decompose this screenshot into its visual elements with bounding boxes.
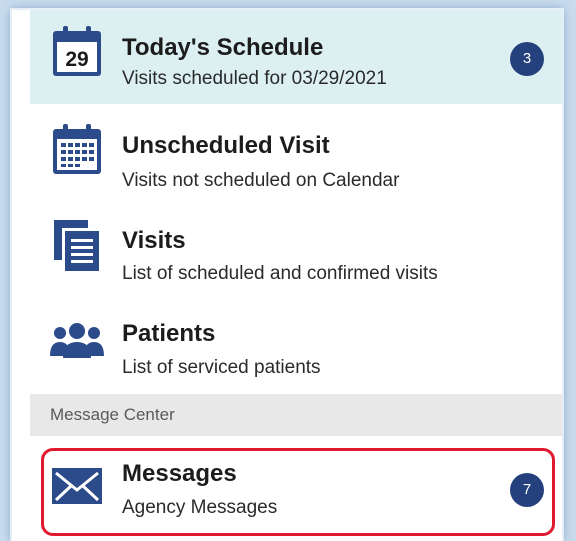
calendar-grid-icon [53, 124, 101, 174]
calendar-date-icon: 29 [53, 26, 101, 76]
menu-item-subtitle: List of scheduled and confirmed visits [122, 263, 438, 284]
section-header-message-center: Message Center [30, 394, 562, 436]
calendar-date-number: 29 [65, 48, 88, 71]
envelope-icon [52, 468, 102, 504]
app-frame: 29 Today's Schedule Visits scheduled for… [12, 10, 562, 541]
menu-item-unscheduled-visit[interactable]: Unscheduled Visit Visits not scheduled o… [30, 110, 562, 204]
menu-item-subtitle: Visits not scheduled on Calendar [122, 170, 400, 191]
section-header-label: Message Center [50, 405, 175, 424]
document-list-icon [54, 220, 99, 271]
menu-item-visits[interactable]: Visits List of scheduled and confirmed v… [30, 204, 562, 298]
menu-item-subtitle: Visits scheduled for 03/29/2021 [122, 68, 387, 89]
menu-item-title: Messages [122, 460, 237, 487]
menu-item-todays-schedule[interactable]: 29 Today's Schedule Visits scheduled for… [30, 10, 562, 104]
menu-item-title: Visits [122, 227, 186, 254]
count-badge: 7 [510, 473, 544, 507]
menu-item-patients[interactable]: Patients List of serviced patients [30, 298, 562, 392]
people-group-icon [50, 323, 104, 358]
menu-item-title: Patients [122, 320, 216, 347]
count-badge: 3 [510, 42, 544, 76]
menu-item-subtitle: List of serviced patients [122, 357, 321, 378]
menu-item-subtitle: Agency Messages [122, 497, 278, 518]
menu-item-title: Today's Schedule [122, 34, 324, 61]
menu-item-messages[interactable]: Messages Agency Messages 7 [30, 440, 562, 534]
menu-item-title: Unscheduled Visit [122, 132, 330, 159]
